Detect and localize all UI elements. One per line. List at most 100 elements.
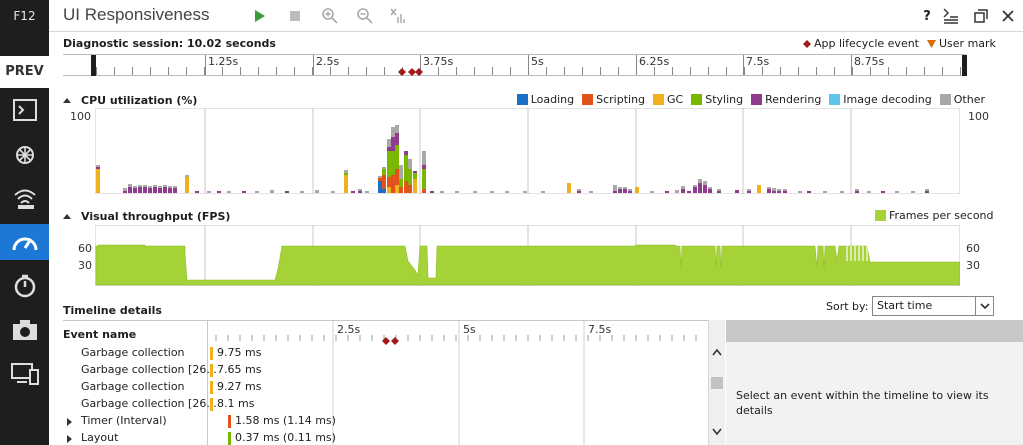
ruler-tick-label: 1.25s (208, 55, 239, 68)
help-button[interactable]: ? (916, 5, 938, 27)
cpu-bar-segment (399, 165, 403, 179)
cpu-bar-segment (378, 176, 382, 178)
cpu-bar-segment (358, 189, 362, 191)
cpu-bar-segment (158, 188, 162, 193)
cpu-bar-segment (698, 183, 702, 193)
ruler-minor-tick (582, 67, 583, 75)
cpu-bar-segment (650, 191, 654, 193)
profiler-tool[interactable] (0, 268, 49, 304)
cpu-bar-segment (138, 185, 142, 187)
cpu-bar-segment (168, 188, 172, 193)
cpu-bar-segment (895, 191, 899, 193)
chart-filter-icon (390, 8, 405, 23)
cpu-bar-segment (143, 185, 147, 187)
devices-icon (10, 363, 39, 385)
cpu-bar-segment (96, 167, 100, 169)
event-name-header[interactable]: Event name (63, 328, 136, 341)
scroll-thumb[interactable] (711, 377, 723, 389)
network-tool[interactable] (0, 180, 49, 216)
chevron-down-icon (975, 297, 993, 315)
cpu-bar-segment (387, 187, 391, 193)
fps-axis-left-60: 60 (78, 242, 92, 255)
page-title: UI Responsiveness (63, 5, 210, 24)
cpu-chart[interactable] (95, 108, 960, 194)
console-tool[interactable] (0, 92, 49, 128)
memory-tool[interactable] (0, 312, 49, 348)
ruler-minor-tick (114, 67, 115, 75)
cpu-bar-segment (391, 127, 395, 137)
selection-start-handle[interactable] (91, 55, 96, 76)
ruler-tick-label: 6.25s (639, 55, 670, 68)
event-name: Layout (81, 431, 119, 444)
table-row[interactable]: Garbage collection [26... 8.1 ms (63, 396, 708, 413)
cpu-bar-segment (395, 133, 399, 145)
sort-by-select[interactable]: Start time (872, 296, 994, 316)
zoom-in-button[interactable] (319, 5, 341, 27)
cpu-bar-segment (391, 137, 395, 151)
table-row[interactable]: Garbage collection 9.27 ms (63, 379, 708, 396)
cpu-bar-segment (628, 189, 632, 191)
cpu-legend-item: GC (653, 93, 683, 106)
lifecycle-markers[interactable] (396, 67, 428, 77)
scroll-up-icon[interactable] (712, 348, 722, 356)
compare-button[interactable] (387, 5, 409, 27)
zoom-out-button[interactable] (354, 5, 376, 27)
ui-responsiveness-tool[interactable] (0, 224, 49, 260)
start-button[interactable] (249, 5, 271, 27)
table-row[interactable]: Layout 0.37 ms (0.11 ms) (63, 430, 708, 445)
ruler-minor-tick (690, 67, 691, 75)
cpu-bar-segment (589, 191, 593, 193)
ruler-minor-tick (960, 67, 961, 75)
cpu-bar-segment (207, 191, 211, 193)
emulation-tool[interactable] (0, 356, 49, 392)
usermark-legend-item: User mark (927, 37, 996, 50)
cpu-bar-segment (567, 183, 571, 193)
cpu-bar-segment (505, 191, 509, 193)
cpu-legend-item: Styling (691, 93, 743, 106)
cpu-bar-segment (395, 125, 399, 133)
ruler-minor-tick (258, 67, 259, 75)
expand-arrow-icon[interactable] (67, 418, 72, 426)
stop-icon (290, 11, 300, 21)
cpu-legend-label: Other (953, 93, 985, 106)
collapse-icon (63, 213, 71, 219)
cpu-bar-segment (387, 147, 391, 151)
table-row[interactable]: Garbage collection 9.75 ms (63, 345, 708, 362)
cpu-bar-segment (681, 189, 685, 193)
cpu-bar-segment (123, 188, 127, 191)
cpu-bar-segment (807, 191, 811, 193)
table-row[interactable]: Garbage collection [26... 7.65 ms (63, 362, 708, 379)
table-row[interactable]: Timer (Interval) 1.58 ms (1.14 ms) (63, 413, 708, 430)
ruler-minor-tick (780, 67, 781, 75)
cpu-bar-segment (378, 178, 382, 181)
cpu-bar-segment (777, 191, 781, 193)
cpu-bar-segment (490, 191, 494, 193)
cpu-legend-item: Loading (516, 93, 574, 106)
scroll-down-icon[interactable] (712, 428, 722, 436)
stop-button[interactable] (284, 5, 306, 27)
event-scrollbar[interactable] (708, 320, 725, 445)
cpu-bar-segment (708, 187, 712, 189)
undock-button[interactable] (970, 5, 992, 27)
prev-label[interactable]: PREV (0, 56, 49, 88)
fps-axis-right-30: 30 (966, 259, 980, 272)
fps-chart[interactable] (95, 225, 960, 286)
selection-end-handle[interactable] (962, 55, 967, 76)
cpu-header[interactable]: CPU utilization (%) (63, 94, 197, 107)
session-ruler[interactable] (63, 54, 966, 76)
ruler-minor-tick (870, 67, 871, 75)
close-button[interactable] (997, 5, 1019, 27)
debugger-tool[interactable] (0, 136, 49, 172)
cpu-bar-segment (123, 191, 127, 193)
fps-header[interactable]: Visual throughput (FPS) (63, 210, 230, 223)
cpu-bar-segment (185, 175, 189, 177)
ruler-minor-tick (384, 67, 385, 75)
ruler-major-tick (205, 55, 206, 75)
ruler-minor-tick (744, 67, 745, 75)
event-duration-bar (210, 364, 213, 377)
expand-arrow-icon[interactable] (67, 435, 72, 443)
cpu-axis-right-100: 100 (968, 110, 989, 123)
console-icon (12, 99, 37, 121)
console-toggle-button[interactable] (940, 5, 962, 27)
fps-legend-label: Frames per second (889, 209, 994, 222)
